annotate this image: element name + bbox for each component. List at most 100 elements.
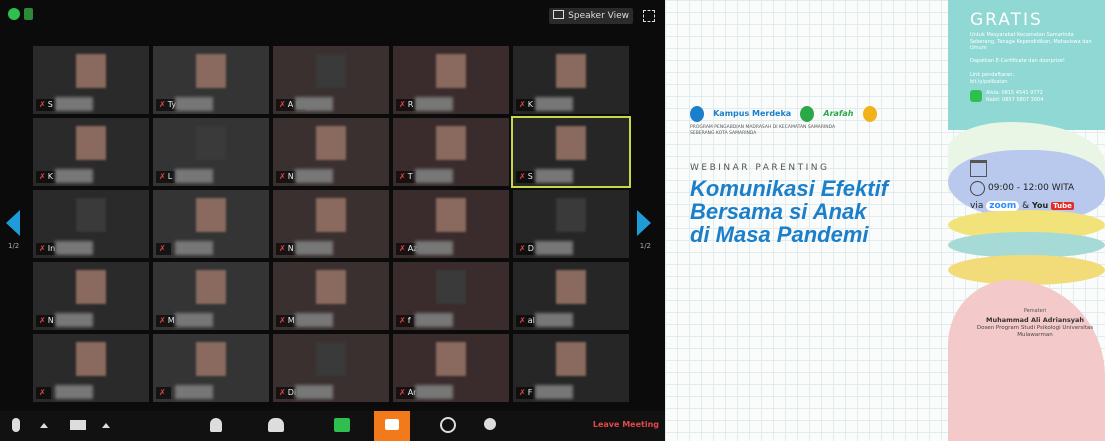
- participant-tile[interactable]: ✗ R: [393, 46, 509, 114]
- participant-tile[interactable]: ✗ K: [33, 118, 149, 186]
- participant-tile[interactable]: ✗: [33, 334, 149, 402]
- participant-tile[interactable]: ✗ M: [153, 262, 269, 330]
- participant-tile[interactable]: ✗ Ar: [393, 334, 509, 402]
- participant-video: [316, 270, 346, 304]
- participant-tile[interactable]: ✗ al: [513, 262, 629, 330]
- participant-tile[interactable]: ✗ Di: [273, 334, 389, 402]
- participant-tile[interactable]: ✗ Az: [393, 190, 509, 258]
- pink-band: [948, 280, 1105, 441]
- participant-video: [76, 342, 106, 376]
- participant-tile[interactable]: ✗ S: [33, 46, 149, 114]
- chevron-up-icon[interactable]: [40, 423, 48, 428]
- invite-icon[interactable]: [210, 418, 222, 432]
- blurred-name: [55, 385, 93, 399]
- youtube-tube-logo: Tube: [1051, 202, 1074, 210]
- registration-label: Link pendaftaran:: [970, 72, 1015, 78]
- speaker-view-button[interactable]: Speaker View: [549, 8, 633, 24]
- participant-tile[interactable]: ✗ N: [273, 118, 389, 186]
- participant-tile[interactable]: ✗ D: [513, 190, 629, 258]
- webinar-title: Komunikasi Efektif Bersama si Anak di Ma…: [690, 177, 920, 246]
- participant-video: [436, 198, 466, 232]
- participants-icon[interactable]: [268, 418, 284, 432]
- registration-link[interactable]: bit.ly/pelibatan: [970, 79, 1100, 86]
- participant-video: [556, 198, 586, 232]
- event-time: 09:00 - 12:00 WITA: [988, 183, 1075, 193]
- blurred-name: [535, 313, 573, 327]
- participant-tile[interactable]: ✗ M: [273, 262, 389, 330]
- participant-tile[interactable]: ✗ N: [273, 190, 389, 258]
- participant-video: [196, 126, 226, 160]
- reactions-icon[interactable]: [484, 418, 496, 430]
- participant-tile[interactable]: ✗: [153, 190, 269, 258]
- chevron-up-icon[interactable]: [102, 423, 110, 428]
- participant-name: al: [527, 316, 535, 325]
- share-screen-icon[interactable]: [334, 418, 350, 432]
- participant-video: [556, 342, 586, 376]
- participant-tile[interactable]: ✗ L: [153, 118, 269, 186]
- participant-tile[interactable]: ✗ In: [33, 190, 149, 258]
- muted-mic-icon: ✗: [279, 100, 286, 109]
- blurred-name: [55, 241, 93, 255]
- participant-name-tag: ✗ K: [36, 171, 56, 183]
- participant-name: K: [47, 172, 53, 181]
- title-line-1: Komunikasi Efektif: [690, 176, 889, 201]
- chat-button[interactable]: [374, 411, 410, 441]
- video-icon[interactable]: [70, 420, 86, 430]
- participant-tile[interactable]: ✗ S: [511, 116, 631, 188]
- blurred-name: [415, 97, 453, 111]
- blurred-name: [295, 169, 333, 183]
- muted-mic-icon: ✗: [159, 100, 166, 109]
- blurred-name: [55, 313, 93, 327]
- participant-tile[interactable]: ✗ T: [393, 118, 509, 186]
- zoom-toolbar: Leave Meeting: [0, 411, 665, 441]
- zoom-window: Speaker View 1/2 1/2 ✗S✗Ty✗A M✗R✗K✗K✗L✗N…: [0, 0, 665, 441]
- encryption-icon[interactable]: [8, 8, 20, 20]
- participant-video: [556, 126, 586, 160]
- via-label: via: [970, 201, 984, 211]
- blurred-name: [295, 241, 333, 255]
- muted-mic-icon: ✗: [519, 100, 526, 109]
- participant-name: T: [407, 172, 413, 181]
- participant-name: D: [527, 244, 534, 253]
- participant-tile[interactable]: ✗ f: [393, 262, 509, 330]
- page-indicator-left: 1/2: [8, 242, 20, 250]
- participant-tile[interactable]: ✗ Ty: [153, 46, 269, 114]
- previous-page-button[interactable]: [6, 210, 20, 236]
- gratis-label: GRATIS: [970, 10, 1043, 30]
- participant-name-tag: ✗ f: [396, 315, 414, 327]
- fullscreen-icon[interactable]: [643, 10, 655, 22]
- participant-tile[interactable]: ✗ F: [513, 334, 629, 402]
- contact-1: Alvia: 0815 4541 9772: [986, 90, 1043, 96]
- title-line-3: di Masa Pandemi: [690, 222, 869, 247]
- participant-name-tag: ✗ L: [156, 171, 176, 183]
- clock-icon: [970, 181, 985, 196]
- muted-mic-icon: ✗: [159, 388, 166, 397]
- mute-icon[interactable]: [12, 418, 20, 432]
- participant-name: N: [287, 172, 294, 181]
- leave-meeting-button[interactable]: Leave Meeting: [593, 420, 659, 429]
- blurred-name: [175, 241, 213, 255]
- participant-name: K: [527, 100, 533, 109]
- participant-name: S: [527, 172, 533, 181]
- lock-icon[interactable]: [24, 8, 33, 20]
- participant-video: [316, 342, 346, 376]
- participant-name-tag: ✗: [156, 243, 171, 255]
- audience-text: Untuk Masyarakat Kecamatan Samarinda Seb…: [970, 32, 1092, 51]
- participant-tile[interactable]: ✗A M: [273, 46, 389, 114]
- participant-name: f: [407, 316, 411, 325]
- participant-video: [316, 126, 346, 160]
- title-line-2: Bersama si Anak: [690, 199, 867, 224]
- record-icon[interactable]: [440, 417, 456, 433]
- blurred-name: [175, 385, 213, 399]
- muted-mic-icon: ✗: [159, 316, 166, 325]
- participant-tile[interactable]: ✗: [153, 334, 269, 402]
- ampersand: &: [1022, 201, 1030, 211]
- muted-mic-icon: ✗: [39, 388, 46, 397]
- muted-mic-icon: ✗: [399, 316, 406, 325]
- participant-name: N: [287, 244, 294, 253]
- participant-tile[interactable]: ✗ K: [513, 46, 629, 114]
- participant-tile[interactable]: ✗ N: [33, 262, 149, 330]
- participant-name-tag: ✗ N: [276, 243, 297, 255]
- next-page-button[interactable]: [637, 210, 651, 236]
- participant-name-tag: ✗ D: [516, 243, 537, 255]
